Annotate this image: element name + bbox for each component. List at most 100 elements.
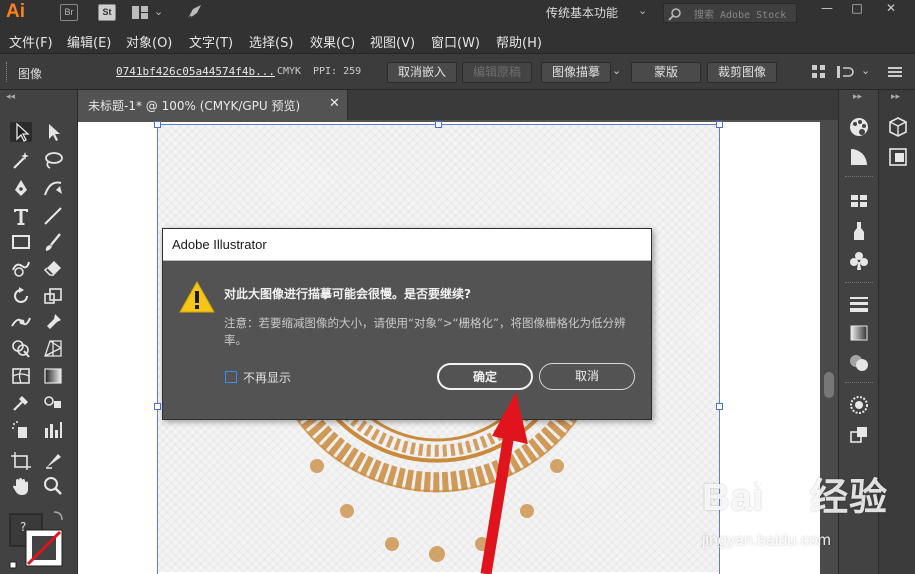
image-trace-button[interactable]: 图像描摹 xyxy=(541,62,611,83)
ok-button[interactable]: 确定 xyxy=(437,363,533,390)
mask-button[interactable]: 蒙版 xyxy=(631,62,701,83)
search-icon xyxy=(668,8,681,21)
document-tab[interactable]: 未标题-1* @ 100% (CMYK/GPU 预览) ✕ xyxy=(78,90,348,120)
appearance-panel-icon[interactable] xyxy=(848,394,870,416)
gradient-panel-icon[interactable] xyxy=(848,322,870,344)
menu-window[interactable]: 窗口(W) xyxy=(431,32,480,51)
resize-handle-left[interactable] xyxy=(154,403,161,410)
puppet-warp-tool-icon[interactable] xyxy=(42,312,64,332)
align-icon[interactable] xyxy=(812,65,826,79)
selection-type-label: 图像 xyxy=(18,67,43,81)
chevron-down-icon[interactable]: ⌄ xyxy=(861,64,870,77)
color-panel-icon[interactable] xyxy=(848,116,870,138)
rotate-tool-icon[interactable] xyxy=(10,286,32,306)
paintbrush-tool-icon[interactable] xyxy=(42,232,64,252)
menu-edit[interactable]: 编辑(E) xyxy=(67,32,111,51)
scale-tool-icon[interactable] xyxy=(42,286,64,306)
hand-tool-icon[interactable] xyxy=(10,476,32,496)
menu-file[interactable]: 文件(F) xyxy=(9,32,53,51)
edit-original-button[interactable]: 编辑原稿 xyxy=(462,62,532,83)
symbols-panel-icon[interactable] xyxy=(848,250,870,272)
chevron-down-icon[interactable]: ⌄ xyxy=(154,5,163,18)
close-tab-icon[interactable]: ✕ xyxy=(329,96,340,111)
scrollbar-thumb[interactable] xyxy=(824,372,834,398)
swatches-panel-icon[interactable] xyxy=(848,190,870,212)
artboard-tool-icon[interactable] xyxy=(10,450,32,470)
slice-tool-icon[interactable] xyxy=(42,450,64,470)
mesh-tool-icon[interactable] xyxy=(10,366,32,386)
shape-builder-tool-icon[interactable] xyxy=(10,338,32,358)
panel-grip[interactable] xyxy=(6,62,9,82)
transparency-panel-icon[interactable] xyxy=(848,352,870,374)
menu-type[interactable]: 文字(T) xyxy=(189,32,233,51)
watermark-url: jingyan.baidu.com xyxy=(702,532,831,549)
properties-panel-icon[interactable] xyxy=(887,146,909,168)
menu-effect[interactable]: 效果(C) xyxy=(310,32,355,51)
control-bar: 图像 0741bf426c05a44574f4b... CMYK PPI: 25… xyxy=(0,54,915,90)
pen-tool-icon[interactable] xyxy=(10,178,32,198)
type-tool-icon[interactable] xyxy=(10,206,32,226)
bridge-button[interactable]: Br xyxy=(60,4,78,21)
lasso-tool-icon[interactable] xyxy=(42,150,64,170)
minimize-button[interactable]: — xyxy=(812,0,842,18)
menu-bar: 文件(F) 编辑(E) 对象(O) 文字(T) 选择(S) 效果(C) 视图(V… xyxy=(0,26,915,54)
selection-tool-icon[interactable] xyxy=(10,122,32,142)
annotation-arrow xyxy=(480,392,528,574)
blend-tool-icon[interactable] xyxy=(42,392,64,412)
stroke-panel-icon[interactable] xyxy=(848,292,870,314)
collapse-panel-icon[interactable]: ◂◂ xyxy=(6,92,15,102)
curvature-tool-icon[interactable] xyxy=(42,178,64,198)
close-window-button[interactable]: ✕ xyxy=(876,0,906,18)
gpu-performance-icon[interactable] xyxy=(184,3,204,23)
linked-file-link[interactable]: 0741bf426c05a44574f4b... xyxy=(116,65,275,78)
transform-icon[interactable] xyxy=(837,65,855,79)
stock-button[interactable]: St xyxy=(98,4,116,21)
symbol-sprayer-tool-icon[interactable] xyxy=(10,420,32,440)
resize-handle-right[interactable] xyxy=(716,403,723,410)
ppi-label: PPI: 259 xyxy=(313,66,362,77)
shaper-tool-icon[interactable] xyxy=(10,258,32,278)
eraser-tool-icon[interactable] xyxy=(42,258,64,278)
menu-select[interactable]: 选择(S) xyxy=(249,32,293,51)
checkbox-box[interactable] xyxy=(225,371,237,383)
menu-help[interactable]: 帮助(H) xyxy=(496,32,542,51)
zoom-tool-icon[interactable] xyxy=(42,476,64,496)
magic-wand-tool-icon[interactable] xyxy=(10,150,32,170)
title-bar: Ai Br St ⌄ 传统基本功能 ⌄ 搜索 Adobe Stock — □ ✕ xyxy=(0,0,915,26)
resize-handle-top[interactable] xyxy=(435,121,442,128)
brushes-panel-icon[interactable] xyxy=(848,220,870,242)
collapse-panel-icon[interactable]: ▸▸ xyxy=(853,92,862,102)
color-guide-panel-icon[interactable] xyxy=(848,146,870,168)
warning-icon xyxy=(179,281,215,313)
cancel-button[interactable]: 取消 xyxy=(539,363,635,390)
perspective-grid-tool-icon[interactable] xyxy=(42,338,64,358)
direct-selection-tool-icon[interactable] xyxy=(42,122,64,142)
eyedropper-tool-icon[interactable] xyxy=(10,392,32,412)
search-stock-input[interactable]: 搜索 Adobe Stock xyxy=(663,3,797,23)
chevron-down-icon[interactable]: ⌄ xyxy=(638,4,647,17)
menu-view[interactable]: 视图(V) xyxy=(370,32,415,51)
resize-handle-top-left[interactable] xyxy=(154,121,161,128)
dialog-title-bar[interactable]: Adobe Illustrator xyxy=(163,229,651,261)
rectangle-tool-icon[interactable] xyxy=(10,232,32,252)
line-segment-tool-icon[interactable] xyxy=(42,206,64,226)
crop-image-button[interactable]: 裁剪图像 xyxy=(707,62,777,83)
maximize-button[interactable]: □ xyxy=(842,0,872,18)
collapse-panel-icon[interactable]: ▸▸ xyxy=(891,92,900,102)
column-graph-tool-icon[interactable] xyxy=(42,420,64,440)
libraries-panel-icon[interactable] xyxy=(887,116,909,138)
graphic-styles-panel-icon[interactable] xyxy=(848,424,870,446)
checkbox-label[interactable]: 不再显示 xyxy=(243,369,291,386)
workspace-switcher[interactable]: 传统基本功能 xyxy=(546,4,618,21)
chevron-down-icon[interactable]: ⌄ xyxy=(612,64,621,77)
gradient-tool-icon[interactable] xyxy=(42,366,64,386)
unembed-button[interactable]: 取消嵌入 xyxy=(387,62,457,83)
arrange-documents-icon[interactable] xyxy=(132,6,148,19)
search-placeholder: 搜索 Adobe Stock xyxy=(694,10,787,21)
width-tool-icon[interactable] xyxy=(10,312,32,332)
fill-stroke-swatches[interactable]: ? xyxy=(8,508,68,574)
resize-handle-top-right[interactable] xyxy=(716,121,723,128)
menu-object[interactable]: 对象(O) xyxy=(126,32,172,51)
panel-menu-icon[interactable] xyxy=(888,65,902,79)
help-icon: ? xyxy=(20,520,27,534)
